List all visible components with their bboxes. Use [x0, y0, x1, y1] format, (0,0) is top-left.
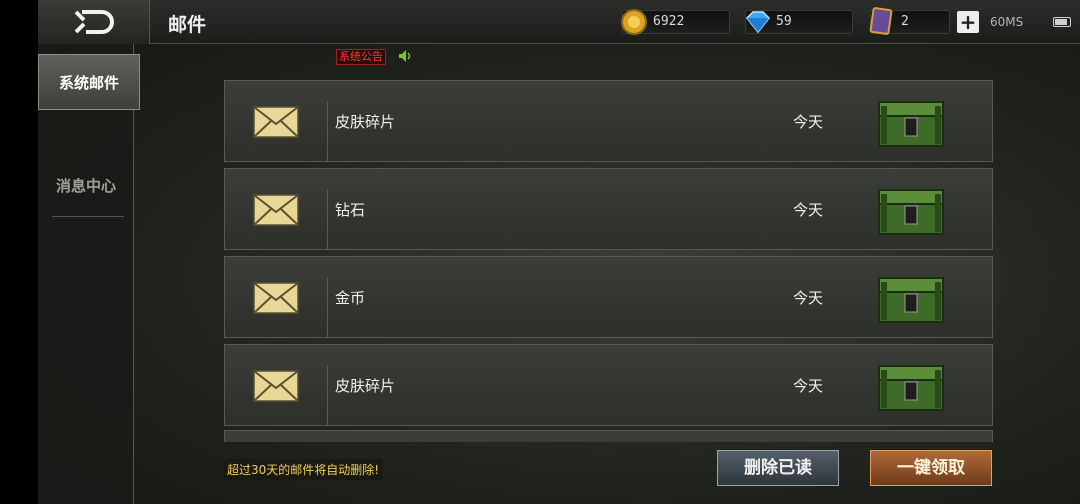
envelope-icon [253, 370, 299, 402]
mail-date: 今天 [793, 377, 824, 395]
gold-coin-icon [621, 9, 647, 35]
system-notice-badge[interactable]: 系统公告 [336, 49, 386, 65]
diamond-icon [745, 11, 771, 34]
supply-chest-icon [878, 277, 944, 323]
page-title: 邮件 [168, 14, 207, 36]
mail-title: 皮肤碎片 [335, 377, 396, 395]
mail-item-partial[interactable] [224, 430, 993, 442]
network-latency: 60MS [990, 15, 1024, 29]
diamond-value: 59 [776, 14, 792, 29]
game-screen: 邮件 6922 59 2 + 60MS 系统邮件 消息中心 系统公告 皮肤碎片 … [0, 0, 1080, 504]
gold-value: 6922 [653, 14, 685, 29]
mail-title: 金币 [335, 289, 366, 307]
tab-message-center[interactable]: 消息中心 [38, 158, 134, 214]
mail-item[interactable]: 皮肤碎片 今天 [224, 80, 993, 162]
mail-item[interactable]: 皮肤碎片 今天 [224, 344, 993, 426]
supply-chest-icon [878, 365, 944, 411]
mail-title: 皮肤碎片 [335, 113, 396, 131]
diamond-counter: 59 [745, 10, 853, 34]
supply-chest-icon [878, 101, 944, 147]
mail-date: 今天 [793, 113, 824, 131]
mail-title: 钻石 [335, 201, 366, 219]
mail-date: 今天 [793, 289, 824, 307]
gold-counter: 6922 [621, 9, 730, 35]
add-currency-button[interactable]: + [957, 11, 979, 33]
envelope-icon [253, 194, 299, 226]
tab-system-mail[interactable]: 系统邮件 [38, 54, 140, 110]
sidebar: 系统邮件 消息中心 [38, 44, 140, 504]
mail-item[interactable]: 钻石 今天 [224, 168, 993, 250]
item-divider [327, 277, 328, 337]
item-divider [327, 101, 328, 161]
battery-icon [1053, 17, 1071, 27]
auto-delete-note: 超过30天的邮件将自动删除! [223, 459, 384, 480]
supply-chest-icon [878, 189, 944, 235]
item-divider [327, 365, 328, 425]
card-icon [869, 7, 893, 35]
card-counter: 2 [869, 7, 950, 35]
item-divider [327, 189, 328, 249]
speaker-icon [399, 50, 411, 62]
sidebar-divider [52, 216, 124, 217]
envelope-icon [253, 106, 299, 138]
claim-all-button[interactable]: 一键领取 [870, 450, 992, 486]
delete-read-button[interactable]: 删除已读 [717, 450, 839, 486]
back-button[interactable] [38, 0, 150, 44]
envelope-icon [253, 282, 299, 314]
back-arrow-icon [74, 10, 114, 34]
card-value: 2 [901, 14, 909, 29]
mail-date: 今天 [793, 201, 824, 219]
screen-edge [0, 0, 38, 504]
mail-item[interactable]: 金币 今天 [224, 256, 993, 338]
